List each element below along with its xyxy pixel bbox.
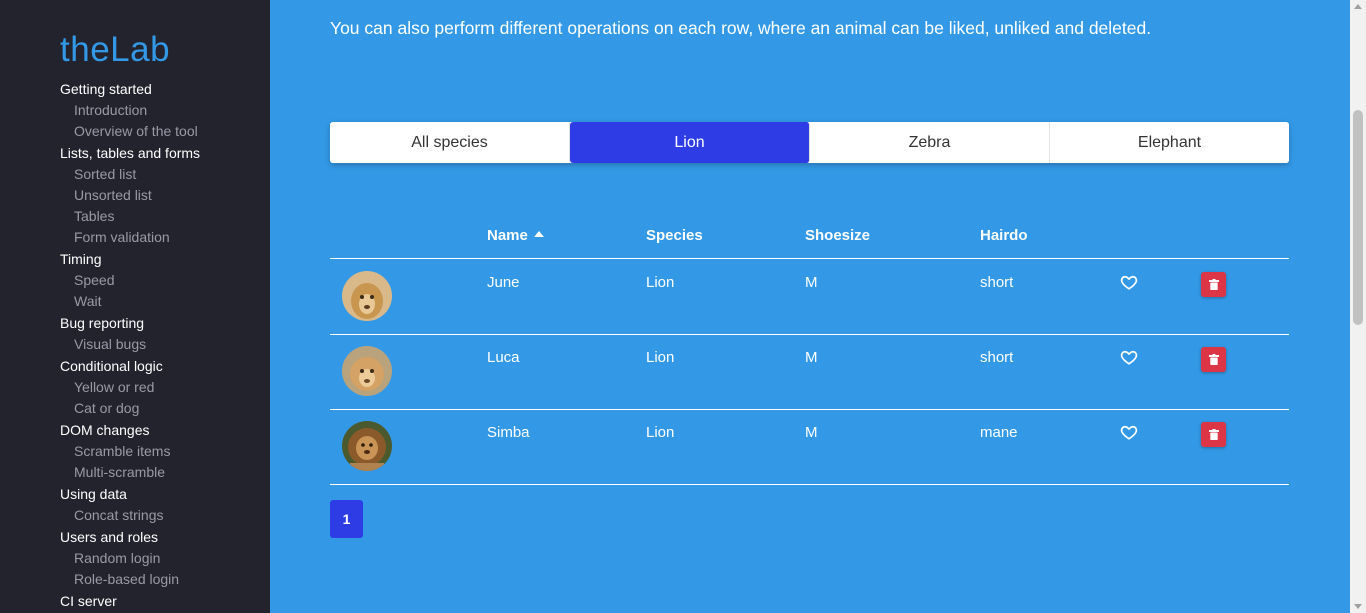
- table-row: Luca Lion M short: [330, 334, 1289, 410]
- heart-outline-icon[interactable]: [1120, 273, 1138, 291]
- scroll-up-icon[interactable]: [1354, 4, 1362, 9]
- column-header-shoesize[interactable]: Shoesize: [805, 227, 870, 244]
- page-scrollbar[interactable]: [1350, 0, 1366, 613]
- nav-group-lists[interactable]: Lists, tables and forms: [60, 143, 200, 164]
- animal-avatar: [342, 421, 392, 471]
- column-header-name-label: Name: [487, 227, 528, 244]
- nav-item-introduction[interactable]: Introduction: [60, 100, 200, 121]
- nav-group-bug-reporting[interactable]: Bug reporting: [60, 313, 200, 334]
- nav-item-multi-scramble[interactable]: Multi-scramble: [60, 462, 200, 483]
- trash-icon: [1208, 429, 1219, 440]
- animal-avatar: [342, 271, 392, 321]
- trash-icon: [1208, 354, 1219, 365]
- trash-icon: [1208, 279, 1219, 290]
- sidebar-nav: Getting started Introduction Overview of…: [60, 78, 200, 612]
- cell-species: Lion: [646, 349, 675, 366]
- nav-item-overview[interactable]: Overview of the tool: [60, 121, 200, 142]
- table-header: Name Species Shoesize Hairdo: [330, 218, 1289, 259]
- nav-item-concat-strings[interactable]: Concat strings: [60, 505, 200, 526]
- heart-outline-icon[interactable]: [1120, 348, 1138, 366]
- cell-hairdo: short: [980, 274, 1014, 291]
- nav-item-unsorted-list[interactable]: Unsorted list: [60, 185, 200, 206]
- nav-group-conditional-logic[interactable]: Conditional logic: [60, 356, 200, 377]
- nav-group-timing[interactable]: Timing: [60, 249, 200, 270]
- heart-outline-icon[interactable]: [1120, 423, 1138, 441]
- delete-button[interactable]: [1201, 422, 1226, 447]
- animal-avatar: [342, 346, 392, 396]
- nav-item-speed[interactable]: Speed: [60, 270, 200, 291]
- nav-item-cat-or-dog[interactable]: Cat or dog: [60, 398, 200, 419]
- nav-item-wait[interactable]: Wait: [60, 291, 200, 312]
- nav-item-yellow-or-red[interactable]: Yellow or red: [60, 377, 200, 398]
- sort-ascending-icon[interactable]: [533, 231, 544, 237]
- nav-item-visual-bugs[interactable]: Visual bugs: [60, 334, 200, 355]
- cell-shoesize: M: [805, 424, 818, 441]
- nav-item-role-based-login[interactable]: Role-based login: [60, 569, 200, 590]
- nav-item-form-validation[interactable]: Form validation: [60, 227, 200, 248]
- delete-button[interactable]: [1201, 272, 1226, 297]
- cell-species: Lion: [646, 424, 675, 441]
- table-row: Simba Lion M mane: [330, 409, 1289, 485]
- nav-group-ci-server[interactable]: CI server: [60, 591, 200, 612]
- tab-all-species[interactable]: All species: [330, 122, 570, 163]
- scroll-thumb[interactable]: [1353, 110, 1363, 325]
- table-row: June Lion M short: [330, 259, 1289, 335]
- sidebar: theLab Getting started Introduction Over…: [0, 0, 270, 613]
- cell-shoesize: M: [805, 349, 818, 366]
- species-tabs: All species Lion Zebra Elephant: [330, 122, 1289, 163]
- column-header-name[interactable]: Name: [487, 227, 544, 244]
- nav-item-random-login[interactable]: Random login: [60, 548, 200, 569]
- nav-group-dom-changes[interactable]: DOM changes: [60, 420, 200, 441]
- nav-group-users-and-roles[interactable]: Users and roles: [60, 527, 200, 548]
- column-header-hairdo[interactable]: Hairdo: [980, 227, 1028, 244]
- cell-species: Lion: [646, 274, 675, 291]
- delete-button[interactable]: [1201, 347, 1226, 372]
- logo[interactable]: theLab: [60, 30, 170, 70]
- cell-shoesize: M: [805, 274, 818, 291]
- pagination-page-1[interactable]: 1: [330, 500, 363, 538]
- cell-hairdo: short: [980, 349, 1014, 366]
- cell-hairdo: mane: [980, 424, 1018, 441]
- nav-group-using-data[interactable]: Using data: [60, 484, 200, 505]
- main-content: You can also perform different operation…: [270, 0, 1350, 613]
- nav-group-getting-started[interactable]: Getting started: [60, 79, 200, 100]
- scroll-down-icon[interactable]: [1354, 604, 1362, 609]
- cell-name: Luca: [487, 349, 520, 366]
- tab-zebra[interactable]: Zebra: [810, 122, 1050, 163]
- column-header-species[interactable]: Species: [646, 227, 703, 244]
- nav-item-scramble-items[interactable]: Scramble items: [60, 441, 200, 462]
- intro-text: You can also perform different operation…: [330, 18, 1152, 38]
- tab-lion[interactable]: Lion: [570, 122, 810, 163]
- cell-name: June: [487, 274, 520, 291]
- nav-item-sorted-list[interactable]: Sorted list: [60, 164, 200, 185]
- nav-item-tables[interactable]: Tables: [60, 206, 200, 227]
- cell-name: Simba: [487, 424, 530, 441]
- tab-elephant[interactable]: Elephant: [1050, 122, 1289, 163]
